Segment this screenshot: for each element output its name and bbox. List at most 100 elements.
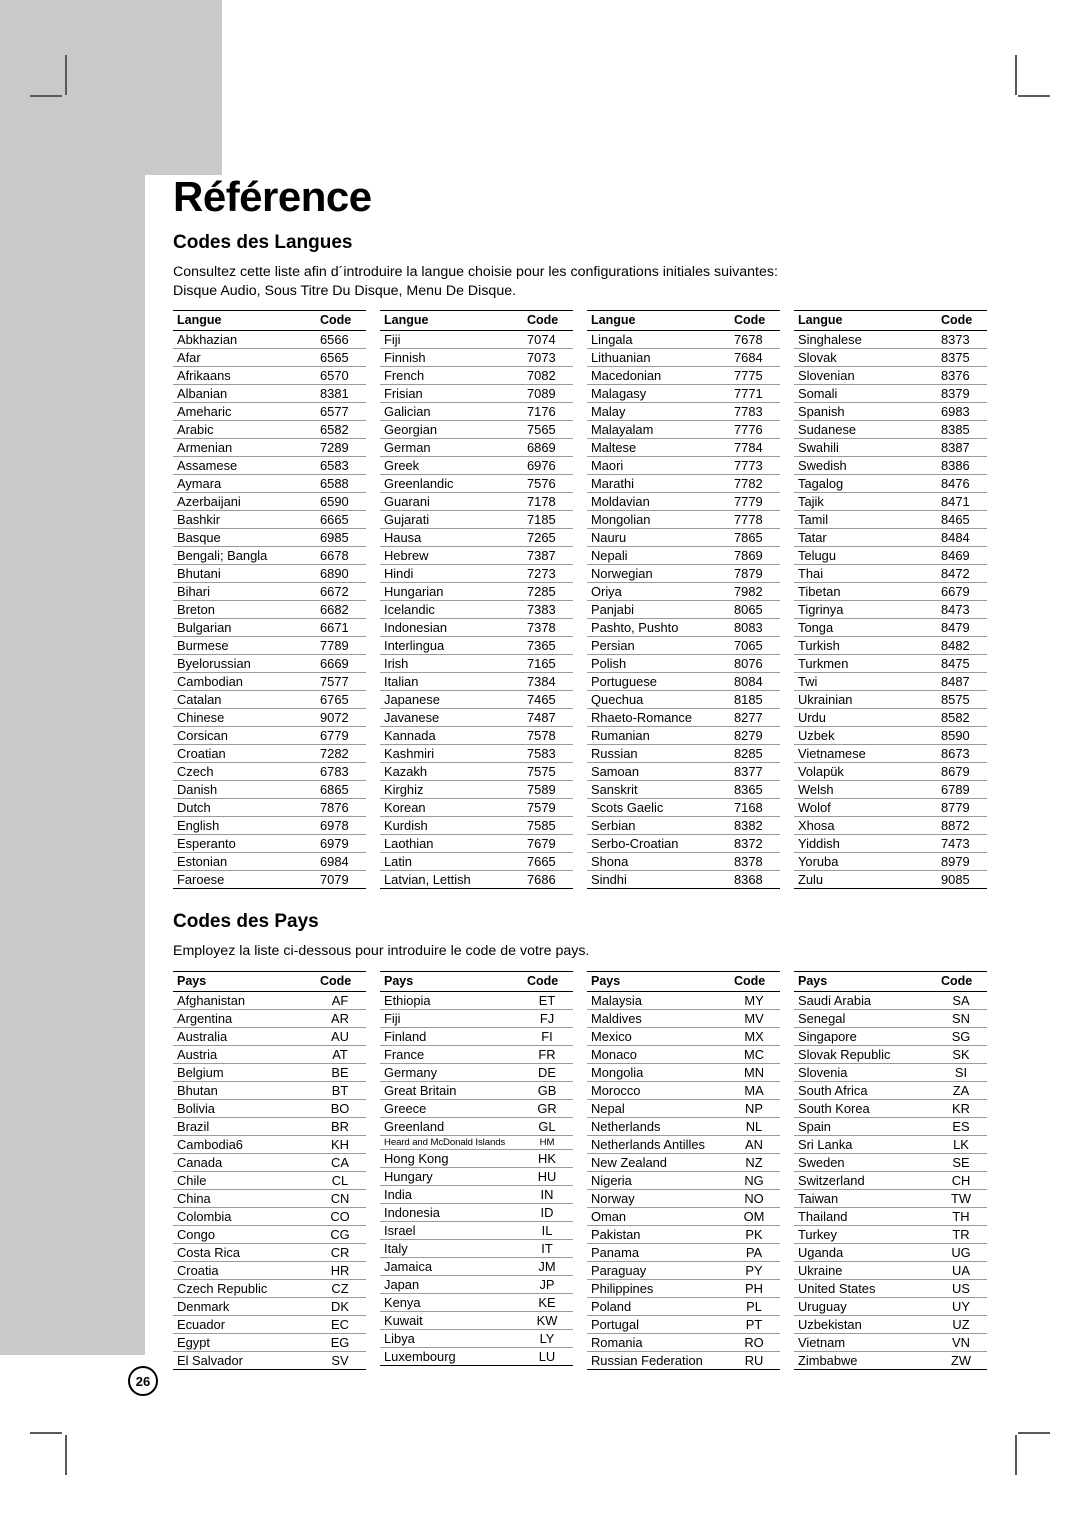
table-row: Danish 6865: [173, 780, 366, 800]
table-row: Australia AU: [173, 1027, 366, 1047]
cell-name: Assamese: [173, 456, 314, 476]
table-row: Singhalese 8373: [794, 330, 987, 350]
cell-name: Turkmen: [794, 654, 935, 674]
cell-code: LU: [521, 1347, 573, 1367]
table-row: New Zealand NZ: [587, 1153, 780, 1173]
cell-name: Tigrinya: [794, 600, 935, 620]
cell-name: Argentina: [173, 1009, 314, 1029]
table-row: Slovak 8375: [794, 348, 987, 368]
table-row: Netherlands Antilles AN: [587, 1135, 780, 1155]
cell-code: 8083: [728, 618, 780, 638]
table-row: Interlingua 7365: [380, 636, 573, 656]
table-row: Greek 6976: [380, 456, 573, 476]
cell-name: Switzerland: [794, 1171, 935, 1191]
cell-code: NP: [728, 1099, 780, 1119]
cell-name: Israel: [380, 1221, 521, 1241]
table-row: Abkhazian 6566: [173, 330, 366, 350]
table-row: Laothian 7679: [380, 834, 573, 854]
cell-name: Morocco: [587, 1081, 728, 1101]
table-row: Afghanistan AF: [173, 991, 366, 1011]
table-row: Ecuador EC: [173, 1315, 366, 1335]
codes-table: Langue Code Lingala 7678 Lithuanian 7684 Maced…: [587, 310, 780, 890]
cell-code: 7982: [728, 582, 780, 602]
cell-code: KW: [521, 1311, 573, 1331]
table-row: Maltese 7784: [587, 438, 780, 458]
cell-name: Hindi: [380, 564, 521, 584]
cell-name: France: [380, 1045, 521, 1065]
table-row: Senegal SN: [794, 1009, 987, 1029]
cell-code: 6979: [314, 834, 366, 854]
cell-name: Samoan: [587, 762, 728, 782]
table-row: Portugal PT: [587, 1315, 780, 1335]
cell-name: Finnish: [380, 348, 521, 368]
cell-name: Uzbekistan: [794, 1315, 935, 1335]
cell-name: Hausa: [380, 528, 521, 548]
cell-name: Paraguay: [587, 1261, 728, 1281]
table-row: Tonga 8479: [794, 618, 987, 638]
cell-name: Norwegian: [587, 564, 728, 584]
cell-name: Uganda: [794, 1243, 935, 1263]
cell-name: Hong Kong: [380, 1149, 521, 1169]
cell-name: Ukrainian: [794, 690, 935, 710]
cell-name: Russian: [587, 744, 728, 764]
cell-name: Shona: [587, 852, 728, 872]
cell-name: Taiwan: [794, 1189, 935, 1209]
cell-name: Ameharic: [173, 402, 314, 422]
cell-name: Marathi: [587, 474, 728, 494]
cell-code: IL: [521, 1221, 573, 1241]
table-header-row: Pays Code: [794, 971, 987, 993]
cell-code: 6865: [314, 780, 366, 800]
cell-code: 8076: [728, 654, 780, 674]
cell-code: HR: [314, 1261, 366, 1281]
cell-name: Latvian, Lettish: [380, 870, 521, 890]
cell-name: Chile: [173, 1171, 314, 1191]
cell-name: Singapore: [794, 1027, 935, 1047]
cell-name: Bolivia: [173, 1099, 314, 1119]
cell-name: Hungarian: [380, 582, 521, 602]
cell-code: 8779: [935, 798, 987, 818]
cell-code: CL: [314, 1171, 366, 1191]
table-row: Arabic 6582: [173, 420, 366, 440]
table-row: Bhutan BT: [173, 1081, 366, 1101]
cell-code: DK: [314, 1297, 366, 1317]
table-row: Kazakh 7575: [380, 762, 573, 782]
table-row: South Africa ZA: [794, 1081, 987, 1101]
cell-code: 7073: [521, 348, 573, 368]
table-row: Breton 6682: [173, 600, 366, 620]
table-row: Monaco MC: [587, 1045, 780, 1065]
cell-code: 8479: [935, 618, 987, 638]
cell-code: TR: [935, 1225, 987, 1245]
cell-name: Kannada: [380, 726, 521, 746]
page-number: 26: [135, 1373, 151, 1389]
cell-code: 7282: [314, 744, 366, 764]
table-row: Tamil 8465: [794, 510, 987, 530]
table-row: Kashmiri 7583: [380, 744, 573, 764]
cell-code: 7168: [728, 798, 780, 818]
cell-code: GR: [521, 1099, 573, 1119]
cell-name: Kuwait: [380, 1311, 521, 1331]
cell-name: Tagalog: [794, 474, 935, 494]
table-row: Jamaica JM: [380, 1257, 573, 1277]
table-row: Panjabi 8065: [587, 600, 780, 620]
cell-code: LY: [521, 1329, 573, 1349]
languages-intro: Consultez cette liste afin d´introduire …: [173, 263, 1001, 300]
cell-code: 6869: [521, 438, 573, 458]
cell-name: Persian: [587, 636, 728, 656]
cell-name: Kashmiri: [380, 744, 521, 764]
cell-name: Spain: [794, 1117, 935, 1137]
table-row: Vietnamese 8673: [794, 744, 987, 764]
cell-code: 7876: [314, 798, 366, 818]
column-header-code: Code: [728, 971, 780, 993]
table-row: Tigrinya 8473: [794, 600, 987, 620]
table-row: Uruguay UY: [794, 1297, 987, 1317]
table-row: Catalan 6765: [173, 690, 366, 710]
cell-name: Breton: [173, 600, 314, 620]
cell-code: MC: [728, 1045, 780, 1065]
table-row: Turkmen 8475: [794, 654, 987, 674]
table-row: Oriya 7982: [587, 582, 780, 602]
table-row: Aymara 6588: [173, 474, 366, 494]
cell-code: 6679: [935, 582, 987, 602]
table-row: Shona 8378: [587, 852, 780, 872]
cell-code: BO: [314, 1099, 366, 1119]
cell-code: CA: [314, 1153, 366, 1173]
